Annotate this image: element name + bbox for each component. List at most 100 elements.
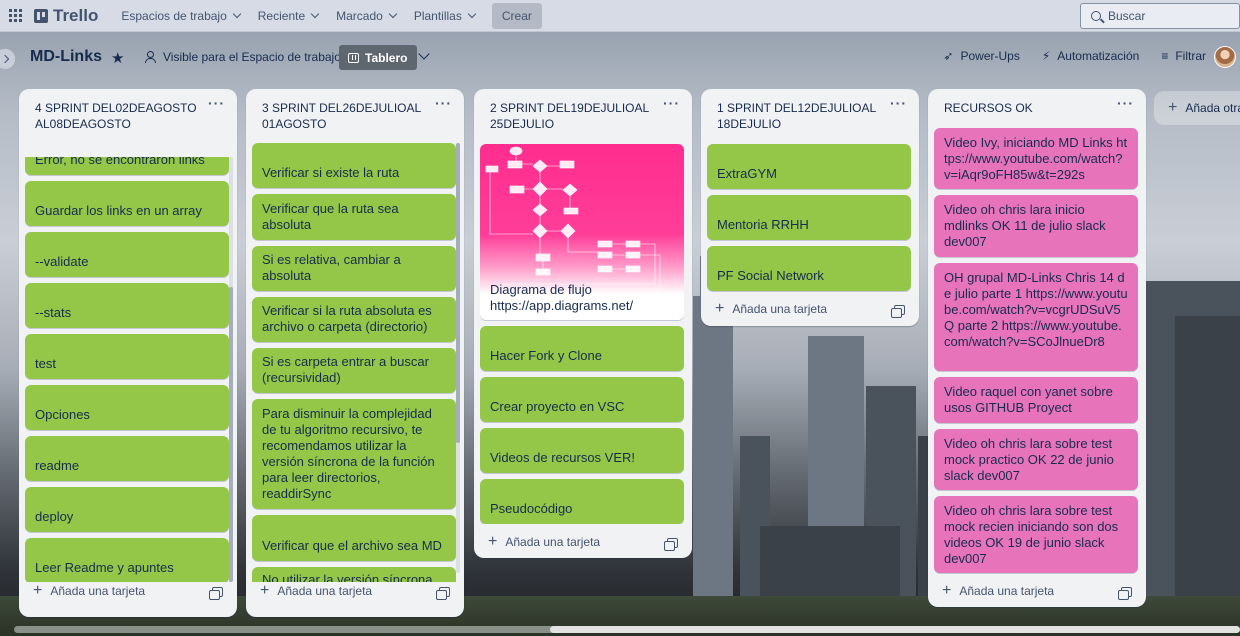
add-card-button[interactable]: + Añada una tarjeta <box>715 295 827 323</box>
visibility-button[interactable]: Visible para el Espacio de trabajo <box>144 50 341 64</box>
add-card-button[interactable]: + Añada una tarjeta <box>488 528 600 556</box>
card[interactable]: Guardar los links en un array <box>25 181 229 226</box>
card[interactable]: ExtraGYM <box>707 144 911 189</box>
list-title[interactable]: 2 SPRINT DEL19DEJULIOAL25DEJULIO ··· <box>474 89 692 141</box>
add-card-button[interactable]: + Añada una tarjeta <box>260 577 372 605</box>
powerups-button[interactable]: ➶ Power-Ups <box>943 49 1019 63</box>
add-card-label: Añada una tarjeta <box>505 535 601 549</box>
visibility-label: Visible para el Espacio de trabajo <box>163 50 341 64</box>
filter-icon: ≡ <box>1161 49 1169 63</box>
list-title[interactable]: 4 SPRINT DEL02DEAGOSTOAL08DEAGOSTO ··· <box>19 89 237 149</box>
card-title: Video oh chris lara inicio mdlinks OK 11… <box>944 202 1106 249</box>
add-card-label: Añada una tarjeta <box>732 302 828 316</box>
card[interactable]: readme <box>25 436 229 481</box>
more-icon[interactable]: ··· <box>1117 95 1134 111</box>
card[interactable]: Videos de recursos VER! <box>480 428 684 473</box>
plus-icon: + <box>260 582 270 599</box>
card[interactable]: Verificar que el archivo sea MD <box>252 515 456 561</box>
menu-workspaces[interactable]: Espacios de trabajo <box>112 0 248 32</box>
card-template-icon[interactable] <box>664 538 678 551</box>
sidebar-expand-button[interactable] <box>0 48 16 70</box>
card-list: Diagrama de flujo https://app.diagrams.n… <box>480 144 684 524</box>
card[interactable]: Verificar que la ruta sea absoluta <box>252 194 456 240</box>
card[interactable]: Video oh chris lara inicio mdlinks OK 11… <box>934 195 1138 257</box>
add-list-button[interactable]: + Añada otra lista <box>1154 91 1240 125</box>
card-title: readme <box>35 458 80 473</box>
list-scrollbar[interactable] <box>229 157 233 582</box>
plus-icon: + <box>488 533 498 550</box>
people-icon <box>144 51 156 63</box>
card-list: Verificar si existe la ruta Verificar qu… <box>252 143 456 582</box>
automation-button[interactable]: ⚡ Automatización <box>1042 49 1139 63</box>
card-title: Videos de recursos VER! <box>490 450 635 465</box>
create-button[interactable]: Crear <box>491 2 542 29</box>
search-input[interactable]: Buscar <box>1080 3 1240 29</box>
card[interactable]: Error, no se encontraron links <box>25 157 229 175</box>
filter-button[interactable]: ≡ Filtrar <box>1161 49 1206 63</box>
card[interactable]: Verificar si la ruta absoluta es archivo… <box>252 297 456 342</box>
more-icon[interactable]: ··· <box>435 95 452 111</box>
card[interactable]: PF Social Network <box>707 246 911 291</box>
card[interactable]: Video oh chris lara sobre test mock reci… <box>934 496 1138 573</box>
card[interactable]: Si es relativa, cambiar a absoluta <box>252 246 456 291</box>
add-card-button[interactable]: + Añada una tarjeta <box>33 577 145 605</box>
card-title: Hacer Fork y Clone <box>490 348 602 363</box>
more-icon[interactable]: ··· <box>663 95 680 111</box>
more-icon[interactable]: ··· <box>208 95 225 111</box>
card[interactable]: Hacer Fork y Clone <box>480 326 684 371</box>
card-title: Error, no se encontraron links <box>35 157 205 167</box>
card[interactable]: Video oh chris lara sobre test mock prac… <box>934 429 1138 490</box>
diagram-cover-card[interactable]: Diagrama de flujo https://app.diagrams.n… <box>480 144 684 320</box>
card-title: OH grupal MD-Links Chris 14 de julio par… <box>944 270 1128 349</box>
action-label: Filtrar <box>1175 49 1206 63</box>
card[interactable]: Para disminuir la complejidad de tu algo… <box>252 399 456 509</box>
card[interactable]: Verificar si existe la ruta <box>252 143 456 188</box>
list-title[interactable]: 1 SPRINT DEL12DEJULIOAL18DEJULIO ··· <box>701 89 919 141</box>
card[interactable]: Mentoria RRHH <box>707 195 911 240</box>
card-title: Verificar que el archivo sea MD <box>262 538 442 553</box>
chevron-down-icon[interactable] <box>418 48 430 60</box>
menu-recent[interactable]: Reciente <box>249 0 327 32</box>
more-icon[interactable]: ··· <box>890 95 907 111</box>
board-horizontal-scrollbar[interactable] <box>14 626 1240 633</box>
top-navigation: Trello Espacios de trabajo Reciente Marc… <box>0 0 1240 32</box>
add-card-label: Añada una tarjeta <box>50 584 146 598</box>
chevron-down-icon <box>467 9 477 19</box>
list-title[interactable]: RECURSOS OK ··· <box>928 89 1146 125</box>
card-template-icon[interactable] <box>209 587 223 600</box>
card-title: Verificar si existe la ruta <box>262 165 400 180</box>
avatar[interactable] <box>1214 46 1236 68</box>
chevron-down-icon <box>232 9 242 19</box>
card-list: Error, no se encontraron links Guardar l… <box>25 157 229 582</box>
list-title[interactable]: 3 SPRINT DEL26DEJULIOAL01AGOSTO ··· <box>246 89 464 141</box>
card-title: Video raquel con yanet sobre usos GITHUB… <box>944 384 1113 415</box>
menu-label: Espacios de trabajo <box>121 8 227 23</box>
card[interactable]: --stats <box>25 283 229 328</box>
trello-logo[interactable]: Trello <box>34 6 98 26</box>
card[interactable]: Opciones <box>25 385 229 430</box>
card-template-icon[interactable] <box>1118 587 1132 600</box>
card[interactable]: --validate <box>25 232 229 277</box>
card[interactable]: Si es carpeta entrar a buscar (recursivi… <box>252 348 456 393</box>
card[interactable]: Crear proyecto en VSC <box>480 377 684 422</box>
card[interactable]: test <box>25 334 229 379</box>
card-template-icon[interactable] <box>436 587 450 600</box>
scrollbar-thumb[interactable] <box>550 626 1240 633</box>
card[interactable]: OH grupal MD-Links Chris 14 de julio par… <box>934 263 1138 371</box>
card[interactable]: Video Ivy, iniciando MD Links https://ww… <box>934 128 1138 189</box>
menu-label: Marcado <box>336 8 383 23</box>
board-view-button[interactable]: Tablero <box>339 45 418 70</box>
list-scrollbar[interactable] <box>456 143 460 573</box>
card[interactable]: Pseudocódigo <box>480 479 684 524</box>
board-title[interactable]: MD-Links <box>30 48 102 66</box>
card[interactable]: Leer Readme y apuntes <box>25 538 229 582</box>
card-template-icon[interactable] <box>891 305 905 318</box>
menu-starred[interactable]: Marcado <box>327 0 405 32</box>
star-icon[interactable]: ★ <box>111 49 124 67</box>
card[interactable]: deploy <box>25 487 229 532</box>
apps-grid-icon[interactable] <box>9 8 23 23</box>
add-card-button[interactable]: + Añada una tarjeta <box>942 577 1054 605</box>
card-title: Video oh chris lara sobre test mock reci… <box>944 503 1119 566</box>
card[interactable]: Video raquel con yanet sobre usos GITHUB… <box>934 377 1138 423</box>
menu-templates[interactable]: Plantillas <box>405 0 484 32</box>
